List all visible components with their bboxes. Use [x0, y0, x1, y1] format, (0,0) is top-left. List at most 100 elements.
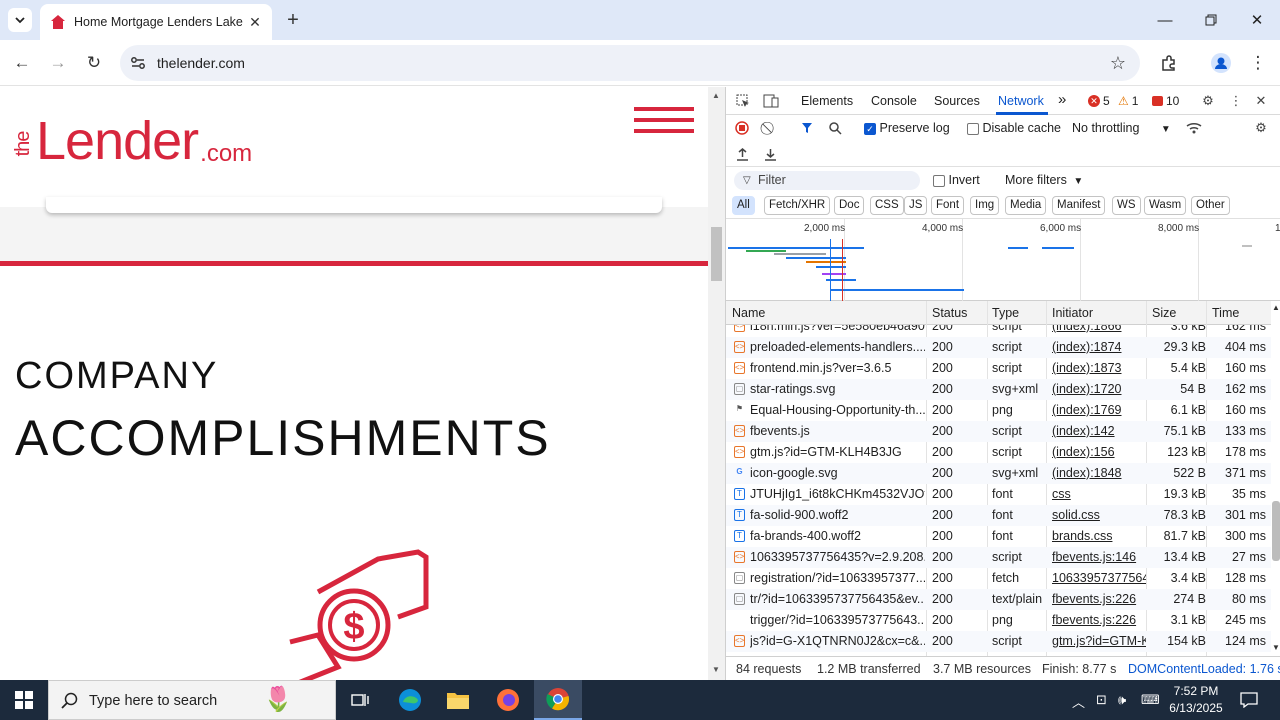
table-row[interactable]: T JTUHjIg1_i6t8kCHKm4532VJOt... 200 font css… [726, 484, 1271, 505]
close-devtools-icon[interactable]: ✕ [1250, 90, 1272, 112]
table-row[interactable]: Gicon-google.svg 200 svg+xml (index):1848 52… [726, 463, 1271, 484]
cell-initiator[interactable]: (index):156 [1052, 445, 1146, 459]
tray-chevron-up-icon[interactable]: ︿ [1072, 692, 1085, 711]
invert-checkbox[interactable]: Invert [933, 173, 980, 187]
close-tab-icon[interactable]: ✕ [246, 13, 264, 31]
address-bar[interactable]: thelender.com ☆ [120, 45, 1140, 81]
disable-cache-checkbox[interactable]: Disable cache [967, 121, 1061, 135]
column-size[interactable]: Size [1152, 306, 1176, 320]
table-row[interactable]: Tfa-brands-400.woff2 200 font brands.css 81.… [726, 526, 1271, 547]
close-window-icon[interactable]: ✕ [1234, 0, 1280, 40]
tab-sources[interactable]: Sources [934, 94, 980, 108]
column-time[interactable]: Time [1212, 306, 1239, 320]
type-filter-wasm[interactable]: Wasm [1144, 196, 1187, 215]
task-view-icon[interactable] [336, 680, 384, 720]
windows-start-icon[interactable] [0, 680, 48, 720]
table-row[interactable]: <> gtm.js?id=GTM-KLH4B3JG 200 script (index)… [726, 442, 1271, 463]
page-scrollbar[interactable]: ▲ ▼ [708, 87, 725, 680]
cell-initiator[interactable]: 10633957377564: [1052, 571, 1146, 585]
filter-funnel-icon[interactable] [796, 117, 818, 139]
cell-initiator[interactable]: fbevents.js:226 [1052, 613, 1146, 627]
new-tab-button[interactable]: + [282, 8, 304, 32]
type-filter-manifest[interactable]: Manifest [1052, 196, 1106, 215]
tab-elements[interactable]: Elements [801, 94, 853, 108]
type-filter-img[interactable]: Img [970, 196, 1000, 215]
table-row[interactable]: <> js?id=G-X1QTNRN0J2&cx=c&... 200 script gt… [726, 631, 1271, 652]
table-row[interactable]: <> frontend.min.js?ver=3.6.5 200 script (ind… [726, 358, 1271, 379]
table-row[interactable]: ▢ registration/?id=10633957377... 200 fetch… [726, 568, 1271, 589]
error-counter[interactable]: ✕ 5 [1088, 94, 1110, 108]
column-status[interactable]: Status [932, 306, 967, 320]
network-settings-gear-icon[interactable]: ⚙ [1250, 117, 1272, 139]
browser-menu-icon[interactable]: ⋮ [1244, 49, 1272, 77]
tab-network[interactable]: Network [998, 94, 1044, 108]
throttling-select[interactable]: No throttling ▼ [1072, 121, 1171, 135]
cell-initiator[interactable]: (index):1769 [1052, 403, 1146, 417]
tab-search-button[interactable] [8, 8, 32, 32]
keyboard-icon[interactable]: ⌨ [1141, 692, 1160, 708]
issues-counter[interactable]: 10 [1152, 94, 1179, 108]
import-har-icon[interactable] [731, 143, 753, 165]
browser-tab[interactable]: Home Mortgage Lenders Lake ✕ [40, 4, 272, 40]
export-har-icon[interactable] [759, 143, 781, 165]
taskbar-search-box[interactable]: Type here to search 🌷 [48, 680, 336, 720]
table-row[interactable]: ⚑ Equal-Housing-Opportunity-th... 200 png (i… [726, 400, 1271, 421]
type-filter-doc[interactable]: Doc [834, 196, 865, 215]
table-row[interactable]: <> 1063395737756435?v=2.9.208... 200 script… [726, 547, 1271, 568]
cell-initiator[interactable]: solid.css [1052, 508, 1146, 522]
cell-initiator[interactable]: brands.css [1052, 529, 1146, 543]
filter-input[interactable]: ▽ Filter [734, 171, 920, 190]
volume-icon[interactable]: 🕪 [1118, 692, 1126, 708]
settings-gear-icon[interactable]: ⚙ [1197, 90, 1219, 112]
cell-initiator[interactable]: (index):1873 [1052, 361, 1146, 375]
restore-icon[interactable] [1188, 0, 1234, 40]
warning-counter[interactable]: ⚠ 1 [1118, 94, 1138, 108]
cell-initiator[interactable]: (index):1866 [1052, 325, 1146, 333]
cell-initiator[interactable]: (index):1848 [1052, 466, 1146, 480]
back-arrow-icon[interactable]: ← [8, 49, 36, 77]
file-explorer-icon[interactable] [434, 680, 482, 720]
table-row[interactable]: Tfa-solid-900.woff2 200 font solid.css 78.3 … [726, 505, 1271, 526]
network-tray-icon[interactable]: ⊡ [1096, 692, 1107, 708]
more-tabs-icon[interactable]: » [1058, 91, 1066, 108]
cell-initiator[interactable]: fbevents.js:146 [1052, 550, 1146, 564]
network-conditions-icon[interactable] [1183, 117, 1205, 139]
device-toolbar-icon[interactable] [760, 90, 782, 112]
cell-initiator[interactable]: (index):142 [1052, 424, 1146, 438]
network-overview-timeline[interactable]: 2,000 ms 4,000 ms 6,000 ms 8,000 ms 1 [726, 219, 1280, 301]
reload-icon[interactable]: ↻ [80, 49, 108, 77]
hamburger-menu-icon[interactable] [634, 107, 694, 137]
type-filter-font[interactable]: Font [931, 196, 965, 215]
table-row[interactable]: <> i18n.min.js?ver=5e580eb46a90... 200 scri… [726, 325, 1271, 337]
cell-initiator[interactable]: gtm.js?id=GTM-KI [1052, 634, 1146, 648]
url-text[interactable]: thelender.com [157, 55, 245, 71]
type-filter-other[interactable]: Other [1191, 196, 1230, 215]
table-row[interactable]: <> preloaded-elements-handlers.... 200 scri… [726, 337, 1271, 358]
clear-icon[interactable]: ⃠ [759, 117, 781, 139]
type-filter-media[interactable]: Media [1005, 196, 1047, 215]
type-filter-all[interactable]: All [732, 196, 755, 215]
cell-initiator[interactable]: css [1052, 487, 1146, 501]
cell-initiator[interactable]: (index):1720 [1052, 382, 1146, 396]
column-name[interactable]: Name [732, 306, 765, 320]
notifications-icon[interactable] [1240, 692, 1258, 711]
tab-console[interactable]: Console [871, 94, 917, 108]
devtools-menu-icon[interactable]: ⋮ [1225, 90, 1247, 112]
search-icon[interactable] [824, 117, 846, 139]
taskbar-clock[interactable]: 7:52 PM 6/13/2025 [1160, 683, 1232, 717]
inspect-element-icon[interactable] [732, 90, 754, 112]
preserve-log-checkbox[interactable]: ✓ Preserve log [864, 121, 950, 135]
table-row[interactable]: <> fbevents.js 200 script (index):142 75.1 kB… [726, 421, 1271, 442]
forward-arrow-icon[interactable]: → [44, 49, 72, 77]
type-filter-fetch[interactable]: Fetch/XHR [764, 196, 831, 215]
minimize-icon[interactable]: — [1142, 0, 1188, 40]
bookmark-star-icon[interactable]: ☆ [1108, 53, 1128, 73]
edge-browser-icon[interactable] [386, 680, 434, 720]
more-filters-dropdown[interactable]: More filters ▼ [1005, 173, 1083, 187]
profile-avatar-icon[interactable] [1207, 49, 1235, 77]
chrome-icon[interactable] [534, 680, 582, 720]
table-row[interactable]: trigger/?id=106339573775643... 200 png fbev… [726, 610, 1271, 631]
type-filter-js[interactable]: JS [904, 196, 928, 215]
column-type[interactable]: Type [992, 306, 1019, 320]
site-logo[interactable]: the Lender .com [12, 107, 253, 168]
